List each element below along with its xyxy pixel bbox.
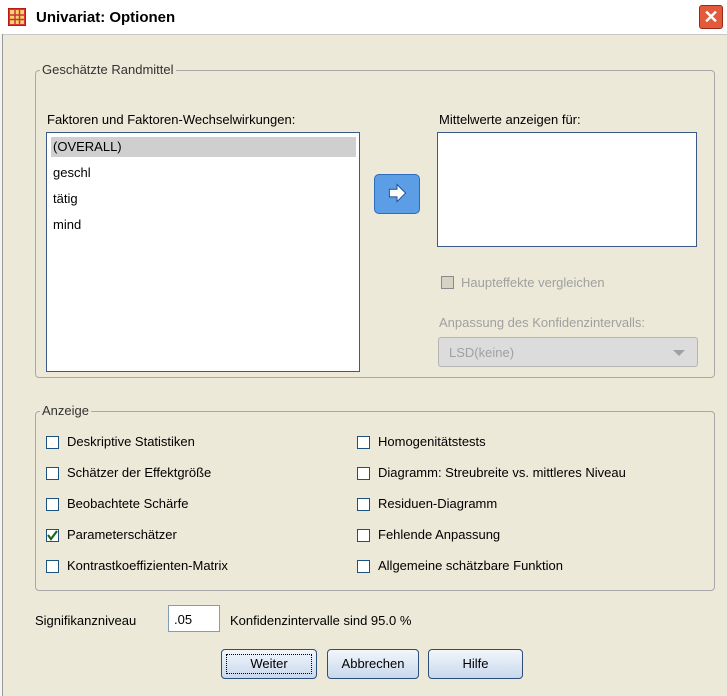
cancel-button[interactable]: Abbrechen <box>327 649 419 679</box>
factors-listbox[interactable]: (OVERALL) geschl tätig mind <box>46 132 360 372</box>
app-table-icon <box>8 8 26 26</box>
factors-label: Faktoren und Faktoren-Wechselwirkungen: <box>47 112 296 127</box>
general-estimable-function-checkbox[interactable] <box>357 560 370 573</box>
ci-adjustment-select[interactable]: LSD(keine) <box>438 337 698 367</box>
display-means-label: Mittelwerte anzeigen für: <box>439 112 581 127</box>
significance-label: Signifikanzniveau <box>35 613 137 628</box>
effect-size-label: Schätzer der Effektgröße <box>67 465 212 480</box>
ci-adjustment-label: Anpassung des Konfidenzintervalls: <box>439 315 645 330</box>
factor-item-overall[interactable]: (OVERALL) <box>51 137 356 157</box>
significance-input[interactable]: .05 <box>168 605 220 632</box>
factor-item-geschl[interactable]: geschl <box>51 163 91 183</box>
effect-size-checkbox[interactable] <box>46 467 59 480</box>
spread-level-plot-label: Diagramm: Streubreite vs. mittleres Nive… <box>378 465 626 480</box>
right-arrow-icon <box>388 183 407 203</box>
window-title: Univariat: Optionen <box>36 9 176 26</box>
general-estimable-function-label: Allgemeine schätzbare Funktion <box>378 558 563 573</box>
factor-item-taetig[interactable]: tätig <box>51 189 78 209</box>
observed-power-label: Beobachtete Schärfe <box>67 496 189 511</box>
homogeneity-tests-label: Homogenitätstests <box>378 434 486 449</box>
move-to-display-button[interactable] <box>374 174 420 214</box>
compare-main-effects-checkbox[interactable] <box>441 276 454 289</box>
help-button[interactable]: Hilfe <box>428 649 523 679</box>
homogeneity-tests-checkbox[interactable] <box>357 436 370 449</box>
parameter-estimates-label: Parameterschätzer <box>67 527 177 542</box>
chevron-down-icon <box>673 350 685 356</box>
descriptive-stats-label: Deskriptive Statistiken <box>67 434 195 449</box>
observed-power-checkbox[interactable] <box>46 498 59 511</box>
descriptive-stats-checkbox[interactable] <box>46 436 59 449</box>
window-frame <box>0 34 3 696</box>
focus-ring <box>226 654 312 674</box>
parameter-estimates-checkbox[interactable] <box>46 529 59 542</box>
display-legend: Anzeige <box>40 403 91 418</box>
cancel-label: Abbrechen <box>341 656 405 671</box>
spread-level-plot-checkbox[interactable] <box>357 467 370 480</box>
factor-item-mind[interactable]: mind <box>51 215 81 235</box>
lack-of-fit-label: Fehlende Anpassung <box>378 527 501 542</box>
residual-plot-label: Residuen-Diagramm <box>378 496 498 511</box>
ci-adjustment-value: LSD(keine) <box>449 345 515 360</box>
estimated-means-legend: Geschätzte Randmittel <box>40 62 176 77</box>
close-icon: ✕ <box>703 7 719 27</box>
continue-button[interactable]: Weiter <box>221 649 317 679</box>
residual-plot-checkbox[interactable] <box>357 498 370 511</box>
help-label: Hilfe <box>462 656 489 671</box>
close-button[interactable]: ✕ <box>699 5 723 29</box>
display-means-listbox[interactable] <box>437 132 697 247</box>
checkmark-icon <box>47 530 58 541</box>
significance-value: .05 <box>174 612 193 627</box>
contrast-matrix-label: Kontrastkoeffizienten-Matrix <box>67 558 228 573</box>
contrast-matrix-checkbox[interactable] <box>46 560 59 573</box>
lack-of-fit-checkbox[interactable] <box>357 529 370 542</box>
compare-main-effects-label: Haupteffekte vergleichen <box>461 275 605 290</box>
confidence-interval-text: Konfidenzintervalle sind 95.0 % <box>230 613 412 628</box>
